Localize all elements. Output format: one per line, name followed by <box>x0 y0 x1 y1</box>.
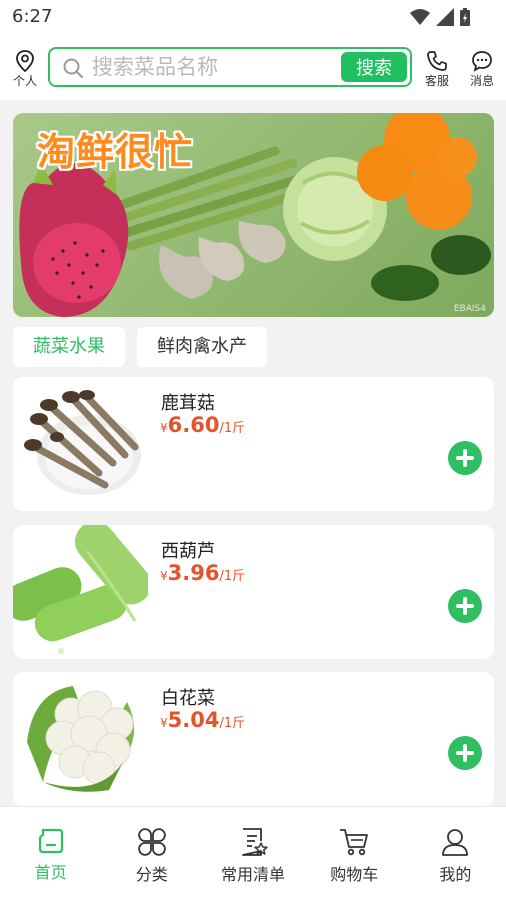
search-input[interactable] <box>92 53 332 81</box>
product-image-cauliflower <box>27 686 135 792</box>
category-icon <box>138 828 166 856</box>
nav-home-label: 首页 <box>34 863 67 882</box>
customer-service-button[interactable]: 客服 <box>419 50 455 89</box>
nav-cart[interactable]: 购物车 <box>304 807 405 900</box>
banner-watermark: EBAIS4 <box>453 304 486 314</box>
product-card[interactable]: 鹿茸菇 ¥6.60/1斤 <box>13 377 494 511</box>
nav-profile-label: 我的 <box>439 865 472 884</box>
nav-category-label: 分类 <box>135 865 168 884</box>
nav-frequent-list-label: 常用清单 <box>221 865 286 884</box>
message-label: 消息 <box>469 74 494 88</box>
product-image-zucchini <box>13 525 148 654</box>
wifi-icon <box>410 9 430 25</box>
search-box: 搜索 <box>48 47 412 87</box>
location-pin-icon <box>16 50 34 72</box>
product-image-mushroom <box>24 390 141 495</box>
nav-profile[interactable]: 我的 <box>405 807 506 900</box>
message-button[interactable]: 消息 <box>464 50 500 89</box>
product-name: 鹿茸菇 <box>161 393 215 414</box>
home-icon <box>38 828 63 854</box>
signal-icon <box>436 8 454 26</box>
message-icon <box>472 51 492 72</box>
product-price: ¥6.60/1斤 <box>160 413 246 437</box>
product-price: ¥3.96/1斤 <box>160 561 246 585</box>
product-card[interactable]: 白花菜 ¥5.04/1斤 <box>13 672 494 806</box>
phone-icon <box>427 51 447 71</box>
search-icon <box>63 58 83 78</box>
personal-label: 个人 <box>12 74 37 88</box>
product-price: ¥5.04/1斤 <box>160 708 246 732</box>
nav-category[interactable]: 分类 <box>101 807 202 900</box>
cart-icon <box>340 829 369 856</box>
battery-icon <box>460 8 470 26</box>
list-icon <box>242 828 268 856</box>
product-name: 西葫芦 <box>161 541 215 562</box>
add-to-cart-button[interactable] <box>448 589 482 623</box>
header: 个人 搜索 客服 消息 <box>0 36 506 100</box>
search-button[interactable]: 搜索 <box>341 52 407 82</box>
nav-home[interactable]: 首页 <box>0 807 101 900</box>
product-name: 白花菜 <box>161 688 215 709</box>
nav-frequent-list[interactable]: 常用清单 <box>202 807 303 900</box>
customer-service-label: 客服 <box>424 74 449 88</box>
banner-title: 淘鲜很忙 <box>37 130 194 174</box>
status-bar: 6:27 <box>0 0 506 36</box>
status-icons <box>410 8 470 26</box>
nav-cart-label: 购物车 <box>330 865 379 884</box>
promo-banner[interactable]: 淘鲜很忙 EBAIS4 <box>13 113 494 317</box>
product-card[interactable]: 西葫芦 ¥3.96/1斤 <box>13 525 494 659</box>
tab-meat-poultry-seafood[interactable]: 鲜肉禽水产 <box>137 327 267 367</box>
bottom-nav: 首页 分类 常用清单 购物车 我的 <box>0 806 506 900</box>
category-tabs: 蔬菜水果 鲜肉禽水产 <box>13 327 267 367</box>
add-to-cart-button[interactable] <box>448 441 482 475</box>
add-to-cart-button[interactable] <box>448 736 482 770</box>
status-time: 6:27 <box>12 6 53 27</box>
tab-vegetables-fruits[interactable]: 蔬菜水果 <box>13 327 125 367</box>
user-icon <box>442 829 469 856</box>
personal-button[interactable]: 个人 <box>7 50 43 89</box>
